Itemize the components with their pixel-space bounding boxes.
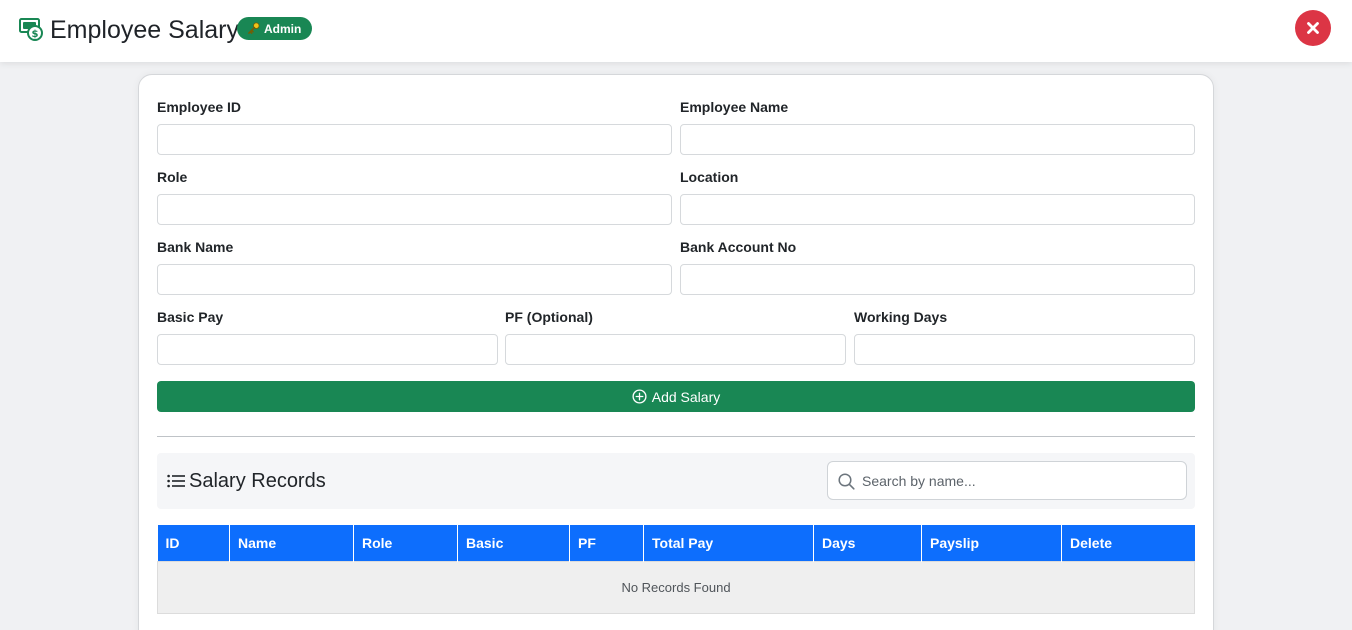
- add-salary-button[interactable]: Add Salary: [157, 381, 1195, 412]
- page-title: Employee Salary: [50, 16, 239, 44]
- column-header-delete: Delete: [1061, 525, 1195, 561]
- role-input[interactable]: [157, 194, 672, 225]
- key-icon: [248, 22, 260, 34]
- close-icon: [1307, 22, 1319, 34]
- pf-input[interactable]: [505, 334, 846, 365]
- column-header-basic: Basic: [457, 525, 570, 561]
- column-header-id: ID: [157, 525, 230, 561]
- employee-id-input[interactable]: [157, 124, 672, 155]
- salary-records-table: ID Name Role Basic PF Total Pay Days Pay…: [157, 525, 1195, 614]
- bank-account-label: Bank Account No: [680, 239, 797, 255]
- role-badge: Admin: [237, 17, 313, 40]
- search-box: [827, 461, 1187, 500]
- records-title: Salary Records: [189, 470, 326, 492]
- list-icon: [167, 474, 185, 488]
- table-header-row: ID Name Role Basic PF Total Pay Days Pay…: [157, 525, 1195, 561]
- role-label: Role: [157, 169, 188, 185]
- table-row: No Records Found: [157, 560, 1195, 614]
- employee-name-input[interactable]: [680, 124, 1195, 155]
- bank-name-input[interactable]: [157, 264, 672, 295]
- plus-circle-icon: [632, 389, 647, 404]
- bank-name-label: Bank Name: [157, 239, 234, 255]
- location-input[interactable]: [680, 194, 1195, 225]
- employee-id-label: Employee ID: [157, 99, 242, 115]
- column-header-name: Name: [229, 525, 354, 561]
- working-days-input[interactable]: [854, 334, 1195, 365]
- money-icon: $: [19, 18, 43, 41]
- working-days-label: Working Days: [854, 309, 948, 325]
- top-bar: $ Employee Salary Admin: [0, 0, 1352, 62]
- empty-state-message: No Records Found: [157, 560, 1195, 614]
- records-header: Salary Records: [157, 453, 1195, 509]
- basic-pay-label: Basic Pay: [157, 309, 224, 325]
- column-header-role: Role: [353, 525, 458, 561]
- basic-pay-input[interactable]: [157, 334, 498, 365]
- search-icon: [838, 473, 855, 490]
- column-header-total-pay: Total Pay: [643, 525, 814, 561]
- close-button[interactable]: [1295, 10, 1331, 46]
- location-label: Location: [680, 169, 739, 185]
- column-header-days: Days: [813, 525, 922, 561]
- svg-text:$: $: [32, 29, 39, 40]
- divider: [157, 436, 1195, 437]
- add-salary-label: Add Salary: [651, 388, 721, 405]
- employee-name-label: Employee Name: [680, 99, 789, 115]
- bank-account-input[interactable]: [680, 264, 1195, 295]
- search-input[interactable]: [862, 468, 1180, 494]
- salary-form-card: Employee ID Employee Name Role Location …: [138, 74, 1214, 630]
- badge-label: Admin: [264, 21, 302, 36]
- pf-label: PF (Optional): [505, 309, 593, 325]
- column-header-payslip: Payslip: [921, 525, 1062, 561]
- column-header-pf: PF: [569, 525, 644, 561]
